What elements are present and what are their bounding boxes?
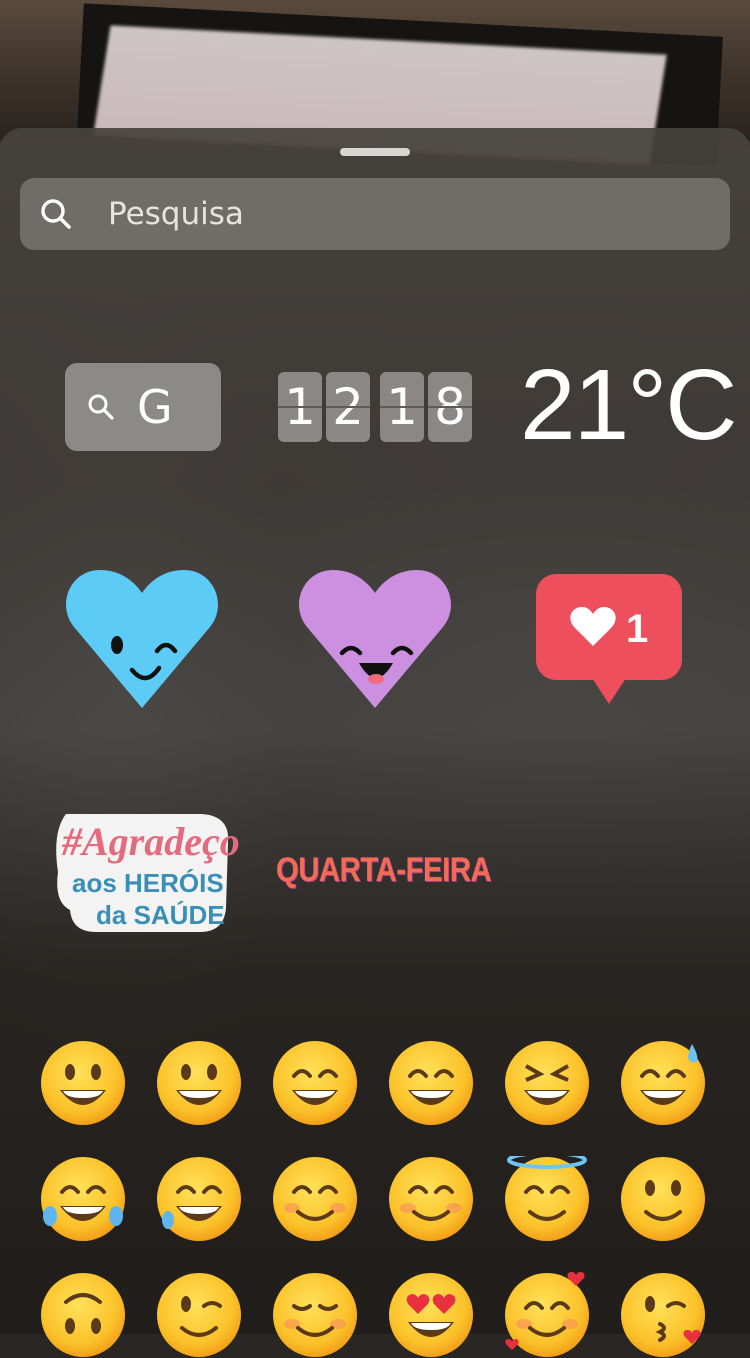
emoji-sticker[interactable] [272, 1272, 358, 1358]
emoji-sticker[interactable] [388, 1272, 474, 1358]
heroes-line-3: da SAÚDE [96, 900, 225, 930]
emoji-sticker[interactable] [504, 1040, 590, 1126]
weekday-sticker[interactable]: QUARTA-FEIRA [276, 850, 492, 890]
gif-sticker[interactable]: G [65, 363, 221, 451]
gif-sticker-letter: G [137, 380, 173, 434]
clock-minute-ones: 8 [428, 372, 472, 442]
search-placeholder: Pesquisa [108, 196, 244, 232]
emoji-sticker[interactable] [620, 1040, 706, 1126]
emoji-sticker[interactable] [40, 1272, 126, 1358]
emoji-sticker[interactable] [504, 1156, 590, 1242]
emoji-sticker[interactable] [504, 1272, 590, 1358]
heroes-line-2: aos HERÓIS [72, 868, 224, 898]
gif-search-icon [88, 394, 114, 420]
emoji-sticker[interactable] [620, 1156, 706, 1242]
sheet-grabber-handle[interactable] [340, 148, 410, 156]
like-count: 1 [626, 607, 649, 651]
emoji-sticker[interactable] [388, 1156, 474, 1242]
heroes-line-1: #Agradeço [62, 819, 240, 864]
emoji-sticker[interactable] [272, 1156, 358, 1242]
emoji-sticker[interactable] [40, 1156, 126, 1242]
emoji-sticker[interactable] [156, 1272, 242, 1358]
clock-hour-ones: 2 [326, 372, 370, 442]
search-icon [41, 199, 71, 229]
emoji-sticker[interactable] [156, 1040, 242, 1126]
heart-like-bubble[interactable] [536, 574, 682, 706]
sticker-search-bar[interactable]: Pesquisa [20, 178, 730, 250]
emoji-sticker[interactable] [272, 1040, 358, 1126]
smiling-purple-heart-sticker[interactable] [295, 565, 455, 710]
sticker-tray-sheet [0, 128, 750, 1334]
winking-blue-heart-sticker[interactable] [62, 565, 222, 710]
time-sticker[interactable]: 1 2 1 8 [278, 372, 472, 442]
thank-health-heroes-sticker[interactable]: #Agradeço aos HERÓIS da SAÚDE [52, 812, 240, 934]
emoji-sticker[interactable] [156, 1156, 242, 1242]
clock-hour-tens: 1 [278, 372, 322, 442]
emoji-sticker[interactable] [40, 1040, 126, 1126]
temperature-sticker[interactable]: 21°C [520, 350, 737, 460]
emoji-sticker[interactable] [388, 1040, 474, 1126]
emoji-sticker[interactable] [620, 1272, 706, 1358]
clock-minute-tens: 1 [380, 372, 424, 442]
